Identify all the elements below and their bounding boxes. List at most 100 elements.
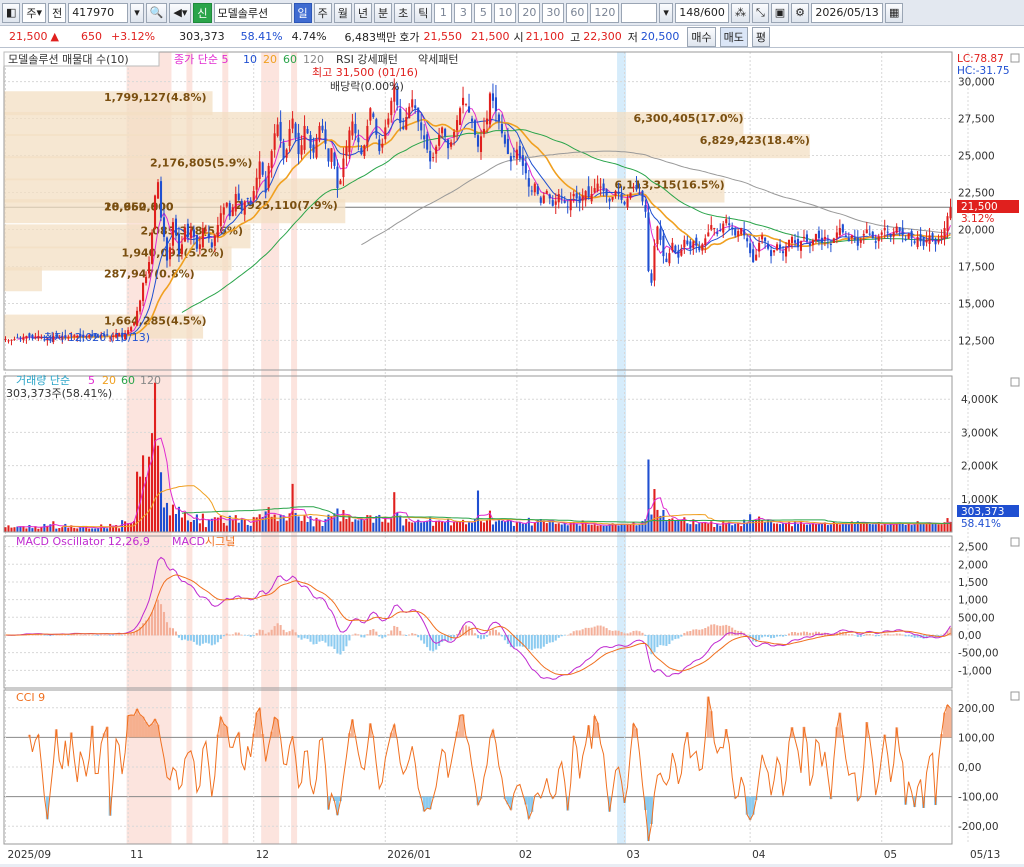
volume-y-tick: 1,000K [961, 494, 999, 506]
candle-body [357, 138, 359, 143]
candle-body [145, 277, 147, 283]
volume-bar [866, 523, 868, 532]
volume-bar [764, 522, 766, 532]
tab-minute[interactable]: 분 [374, 3, 392, 23]
layout-icon[interactable]: ◧ [2, 3, 20, 23]
candle-body [603, 184, 605, 192]
volume-bar [438, 520, 440, 532]
candle-body [217, 225, 219, 237]
prev-button[interactable]: 전 [48, 3, 66, 23]
search-icon[interactable]: 🔍 [146, 3, 168, 23]
interval-20[interactable]: 20 [518, 3, 540, 23]
macd-oscillator-bar [372, 629, 374, 635]
macd-oscillator-bar [501, 635, 503, 636]
sell-button[interactable]: 매도 [720, 27, 748, 47]
tab-tick[interactable]: 틱 [414, 3, 432, 23]
chart-area[interactable]: 1,799,127(4.8%)6,300,405(17.0%)6,829,423… [0, 48, 1024, 864]
candle-body [896, 227, 898, 233]
date-field[interactable]: 2026/05/13 [811, 3, 883, 23]
candle-body [579, 196, 581, 203]
macd-oscillator-bar [480, 635, 482, 639]
candle-body [935, 240, 937, 245]
macd-oscillator-bar [776, 635, 778, 637]
calendar-icon[interactable]: ▦ [885, 3, 903, 23]
candle-body [133, 323, 135, 326]
high-note: 최고 31,500 (01/16) [312, 66, 418, 79]
volume-bar [546, 523, 548, 532]
candle-body [546, 191, 548, 194]
macd-oscillator-bar [606, 628, 608, 635]
chart-type-icon[interactable]: ⁂ [731, 3, 750, 23]
candle-body [375, 119, 377, 135]
volume-bar [435, 521, 437, 532]
macd-oscillator-bar [600, 626, 602, 636]
interval-5[interactable]: 5 [474, 3, 492, 23]
tab-year[interactable]: 년 [354, 3, 372, 23]
candle-body [728, 223, 730, 225]
candle-body [632, 187, 634, 188]
sound-icon[interactable]: ◀▾ [169, 3, 191, 23]
interval-120[interactable]: 120 [590, 3, 619, 23]
interval-30[interactable]: 30 [542, 3, 564, 23]
candle-body [615, 191, 617, 196]
candle-body [776, 244, 778, 250]
stock-chart[interactable]: 1,799,127(4.8%)6,300,405(17.0%)6,829,423… [0, 48, 1024, 864]
candle-body [345, 147, 347, 156]
macd-oscillator-bar [187, 635, 189, 641]
x-axis-label: 11 [130, 849, 143, 861]
tab-second[interactable]: 초 [394, 3, 412, 23]
volume-bar [301, 521, 303, 532]
volume-bar [459, 521, 461, 532]
candle-body [34, 337, 36, 338]
macd-oscillator-bar [58, 635, 60, 636]
volume-bar [58, 528, 60, 532]
macd-oscillator-bar [214, 635, 216, 645]
macd-oscillator-bar [890, 635, 892, 636]
interval-1[interactable]: 1 [434, 3, 452, 23]
candle-body [510, 156, 512, 161]
volume-bar [937, 524, 939, 532]
candle-body [315, 139, 317, 157]
settings-gear-icon[interactable]: ⚙ [791, 3, 809, 23]
volume-bar [558, 523, 560, 532]
x-axis-label: 12 [256, 849, 269, 861]
buy-button[interactable]: 매수 [687, 27, 715, 47]
candle-body [791, 237, 793, 243]
count-field[interactable]: 148/600 [675, 3, 729, 23]
interval-dropdown-icon[interactable]: ▾ [659, 3, 673, 23]
low-price: 20,500 [641, 30, 680, 43]
candle-body [842, 224, 844, 232]
volume-bar [163, 507, 165, 532]
interval-10[interactable]: 10 [494, 3, 516, 23]
flat-button[interactable]: 평 [752, 27, 770, 47]
custom-interval-input[interactable] [621, 3, 657, 23]
cci-overbought-fill [130, 715, 133, 737]
code-dropdown-icon[interactable]: ▾ [130, 3, 144, 23]
code-input[interactable]: 417970 [68, 3, 128, 23]
candle-body [537, 186, 539, 194]
market-select[interactable]: 주▾ [22, 3, 46, 23]
tab-day[interactable]: 일 [294, 3, 312, 23]
interval-60[interactable]: 60 [566, 3, 588, 23]
candle-body [680, 250, 682, 255]
candle-body [893, 232, 895, 236]
macd-oscillator-bar [719, 626, 721, 636]
candle-body [920, 234, 922, 241]
volume-bar [615, 525, 617, 532]
interval-3[interactable]: 3 [454, 3, 472, 23]
volume-bar [145, 477, 147, 532]
draw-tool-icon[interactable]: ⤡ [752, 3, 769, 23]
candle-body [477, 135, 479, 147]
volume-bar [618, 526, 620, 532]
tab-week[interactable]: 주 [314, 3, 332, 23]
volume-bar [743, 520, 745, 532]
macd-oscillator-bar [417, 635, 419, 637]
volume-bar [752, 520, 754, 532]
candle-body [435, 147, 437, 154]
tab-month[interactable]: 월 [334, 3, 352, 23]
volume-bar [268, 507, 270, 532]
macd-oscillator-bar [399, 631, 401, 636]
cci-overbought-fill [139, 715, 142, 738]
save-icon[interactable]: ▣ [771, 3, 789, 23]
macd-oscillator-bar [770, 635, 772, 638]
